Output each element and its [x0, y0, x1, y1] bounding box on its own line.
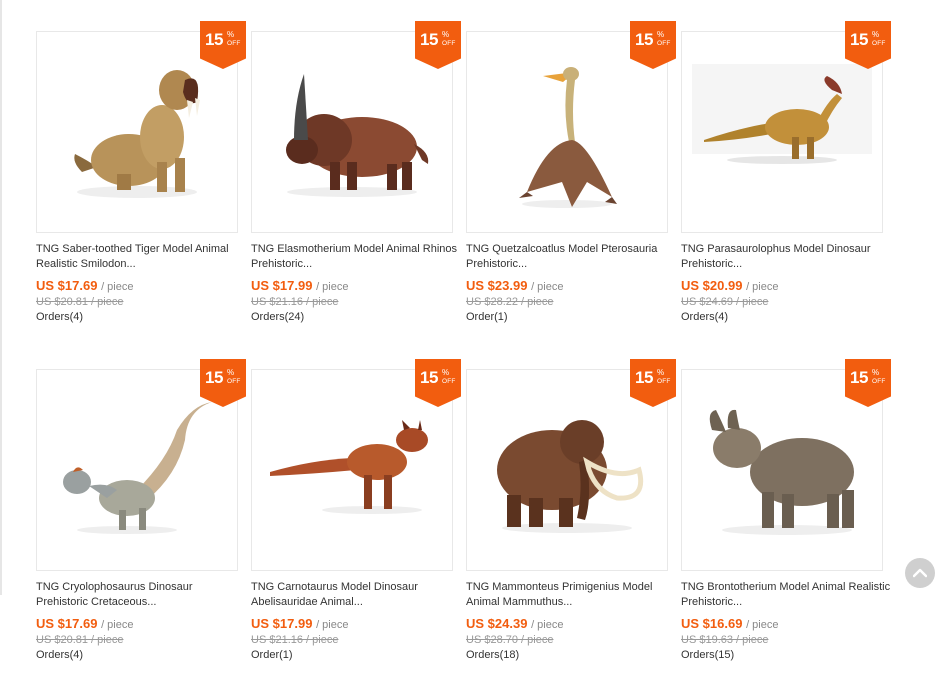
price-amount: US $17.69	[36, 616, 98, 631]
price-amount: US $17.99	[251, 616, 313, 631]
original-price: US $20.81 / piece	[36, 296, 124, 308]
discount-off-label: OFF	[657, 40, 671, 47]
original-price: US $28.70 / piece	[466, 634, 554, 646]
product-price: US $17.99 / piece	[251, 278, 348, 293]
original-price: US $24.69 / piece	[681, 296, 769, 308]
product-title[interactable]: TNG Cryolophosaurus Dinosaur Prehistoric…	[36, 580, 246, 610]
price-amount: US $17.69	[36, 278, 98, 293]
discount-value: 15	[205, 368, 223, 387]
discount-value: 15	[635, 368, 653, 387]
product-title[interactable]: TNG Mammonteus Primigenius Model Animal …	[466, 580, 676, 610]
orders-count: Orders(15)	[681, 649, 735, 661]
product-price: US $23.99 / piece	[466, 278, 563, 293]
discount-value: 15	[635, 30, 653, 49]
discount-off-label: OFF	[227, 40, 241, 47]
discount-off-label: OFF	[872, 378, 886, 385]
price-unit: / piece	[101, 619, 134, 631]
price-unit: / piece	[101, 281, 134, 293]
original-price: US $28.22 / piece	[466, 296, 554, 308]
price-unit: / piece	[746, 619, 779, 631]
chevron-up-icon	[913, 568, 927, 578]
discount-value: 15	[850, 368, 868, 387]
product-title[interactable]: TNG Parasaurolophus Model Dinosaur Prehi…	[681, 242, 891, 272]
discount-value: 15	[850, 30, 868, 49]
discount-percent-sign: %	[872, 30, 880, 39]
back-to-top-button[interactable]	[905, 558, 935, 588]
price-amount: US $20.99	[681, 278, 743, 293]
price-amount: US $24.39	[466, 616, 528, 631]
discount-off-label: OFF	[442, 40, 456, 47]
price-unit: / piece	[531, 281, 564, 293]
discount-off-label: OFF	[657, 378, 671, 385]
orders-count: Order(1)	[466, 311, 508, 323]
product-title[interactable]: TNG Saber-toothed Tiger Model Animal Rea…	[36, 242, 246, 272]
original-price: US $19.63 / piece	[681, 634, 769, 646]
product-title[interactable]: TNG Quetzalcoatlus Model Pterosauria Pre…	[466, 242, 676, 272]
product-price: US $16.69 / piece	[681, 616, 778, 631]
product-price: US $17.99 / piece	[251, 616, 348, 631]
product-title[interactable]: TNG Carnotaurus Model Dinosaur Abelisaur…	[251, 580, 461, 610]
original-price: US $21.16 / piece	[251, 634, 339, 646]
price-unit: / piece	[316, 281, 349, 293]
discount-percent-sign: %	[442, 30, 450, 39]
price-unit: / piece	[746, 281, 779, 293]
price-amount: US $17.99	[251, 278, 313, 293]
orders-count: Order(1)	[251, 649, 293, 661]
discount-percent-sign: %	[657, 30, 665, 39]
price-amount: US $23.99	[466, 278, 528, 293]
discount-percent-sign: %	[442, 368, 450, 377]
price-unit: / piece	[531, 619, 564, 631]
orders-count: Orders(4)	[36, 649, 84, 661]
orders-count: Orders(4)	[36, 311, 84, 323]
orders-count: Orders(18)	[466, 649, 520, 661]
discount-value: 15	[205, 30, 223, 49]
discount-percent-sign: %	[227, 30, 235, 39]
orders-count: Orders(4)	[681, 311, 729, 323]
discount-off-label: OFF	[872, 40, 886, 47]
product-grid: 15 % OFF TNG Saber-toothed Tiger Model A…	[0, 0, 945, 691]
discount-percent-sign: %	[872, 368, 880, 377]
discount-off-label: OFF	[442, 378, 456, 385]
product-price: US $17.69 / piece	[36, 278, 133, 293]
discount-percent-sign: %	[657, 368, 665, 377]
product-price: US $20.99 / piece	[681, 278, 778, 293]
discount-value: 15	[420, 30, 438, 49]
original-price: US $21.16 / piece	[251, 296, 339, 308]
discount-value: 15	[420, 368, 438, 387]
discount-percent-sign: %	[227, 368, 235, 377]
product-title[interactable]: TNG Brontotherium Model Animal Realistic…	[681, 580, 891, 610]
price-unit: / piece	[316, 619, 349, 631]
product-price: US $17.69 / piece	[36, 616, 133, 631]
original-price: US $20.81 / piece	[36, 634, 124, 646]
discount-off-label: OFF	[227, 378, 241, 385]
price-amount: US $16.69	[681, 616, 743, 631]
product-price: US $24.39 / piece	[466, 616, 563, 631]
product-title[interactable]: TNG Elasmotherium Model Animal Rhinos Pr…	[251, 242, 461, 272]
orders-count: Orders(24)	[251, 311, 305, 323]
